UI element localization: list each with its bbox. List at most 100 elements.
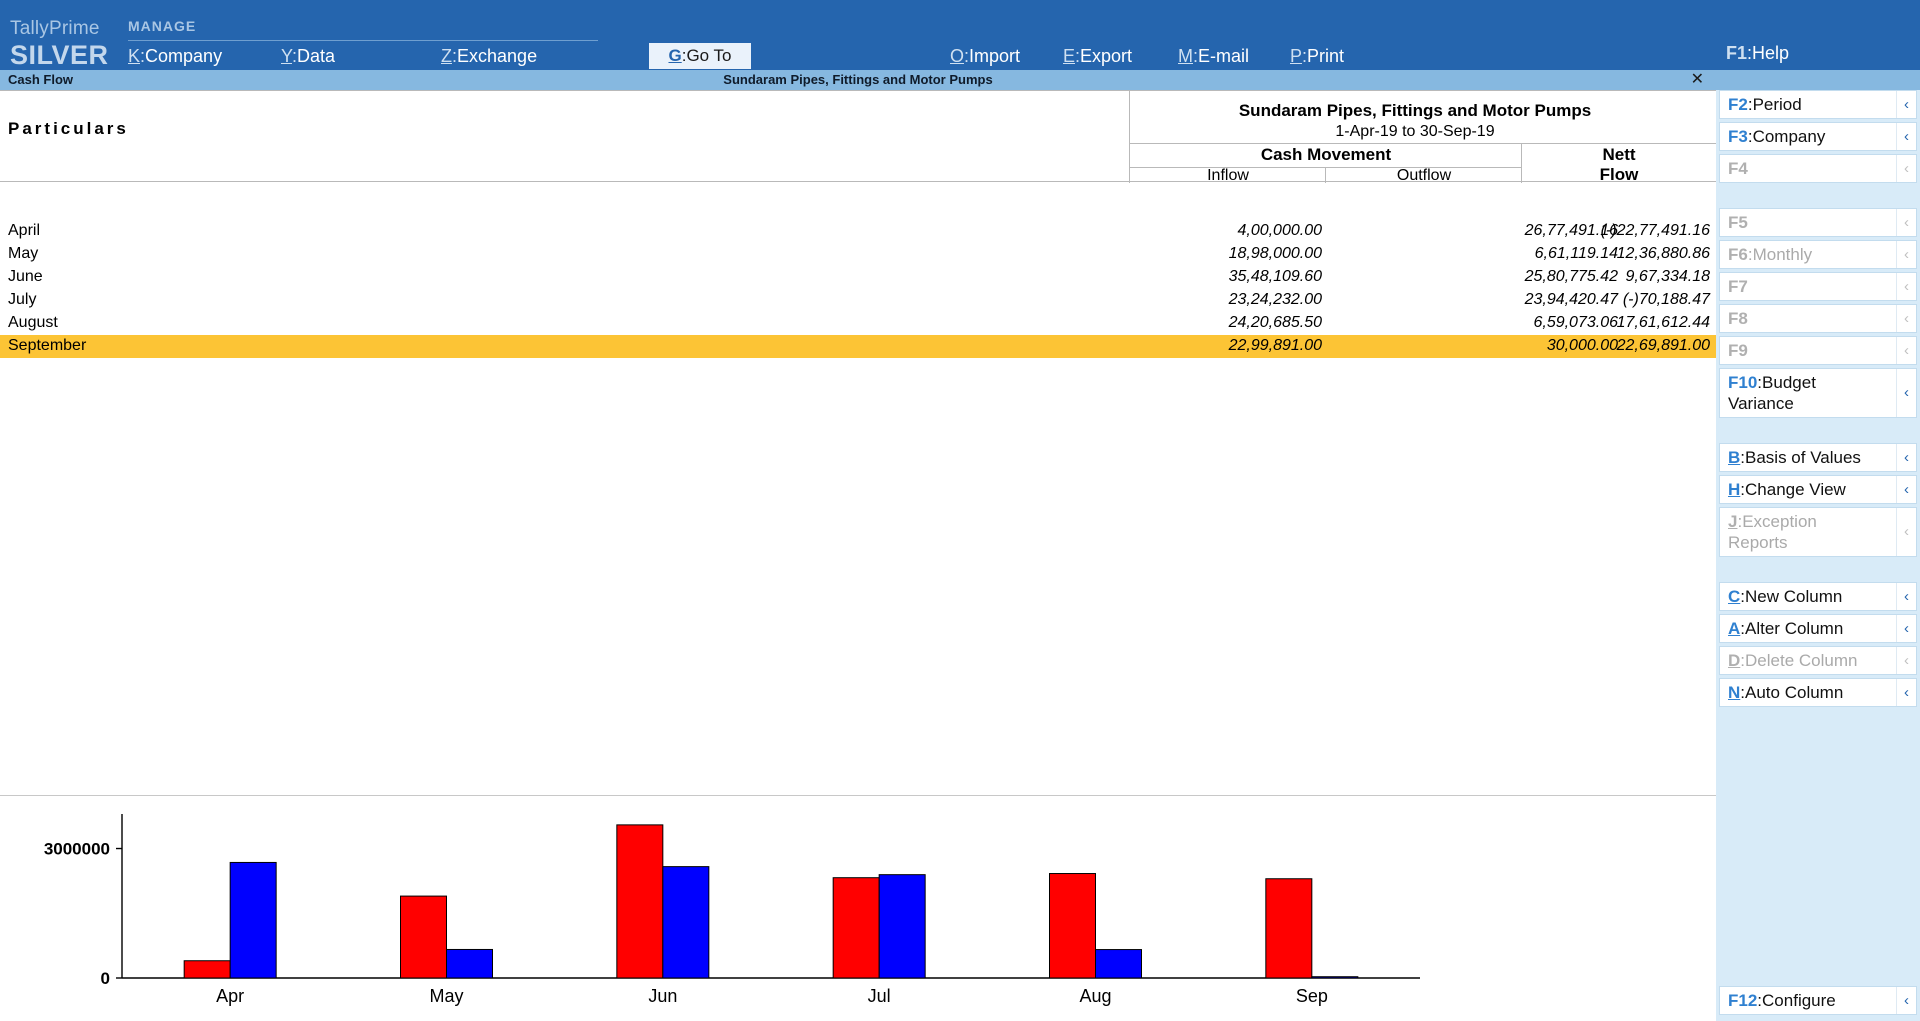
close-report-icon[interactable]: ✕ [1691,70,1704,90]
sidebar-item-label: Company [1753,127,1826,146]
menu-hotkey-exchange: Z [441,46,452,66]
row-inflow: 22,99,891.00 [1034,337,1322,355]
sidebar-item-f8: F8 ‹ [1719,304,1917,333]
report-period: 1-Apr-19 to 30-Sep-19 [1130,123,1700,141]
sidebar-item-label: Exception Reports [1728,512,1817,552]
sidebar-item-f4: F4 ‹ [1719,154,1917,183]
bar-apr-inflow [184,961,230,978]
row-nett: (-)70,188.47 [1526,291,1710,309]
configure-hotkey: F12 [1728,991,1757,1010]
menu-item-print[interactable]: P:Print [1290,46,1344,67]
menu-hotkey-email: M [1178,46,1193,66]
sidebar-item-text: F7 [1720,273,1896,300]
table-row[interactable]: May 18,98,000.00 6,61,119.14 12,36,880.8… [0,243,1716,266]
table-row-selected[interactable]: September 22,99,891.00 30,000.00 22,69,8… [0,335,1716,358]
help-hotkey: F1 [1726,43,1747,64]
table-row[interactable]: April 4,00,000.00 26,77,491.16 (-)22,77,… [0,220,1716,243]
particulars-column-header: Particulars [8,119,129,139]
chevron-left-icon: ‹ [1896,241,1916,268]
x-axis-tick-label: May [429,986,463,1006]
configure-label: Configure [1762,991,1836,1010]
menu-item-email[interactable]: M:E-mail [1178,46,1249,67]
chevron-left-icon: ‹ [1896,209,1916,236]
table-body: April 4,00,000.00 26,77,491.16 (-)22,77,… [0,220,1716,358]
right-sidebar: F1:Help F2:Period‹F3:Company‹F4‹F5‹F6:Mo… [1716,0,1920,1021]
row-label: May [8,245,38,263]
table-row[interactable]: July 23,24,232.00 23,94,420.47 (-)70,188… [0,289,1716,312]
menu-hotkey-print: P [1290,46,1302,66]
sidebar-item-hotkey: F6 [1728,245,1748,264]
menu-item-data[interactable]: Y:Data [281,46,335,67]
bar-aug-outflow [1096,950,1142,978]
sidebar-item-new-column[interactable]: C:New Column‹ [1719,582,1917,611]
menu-item-exchange[interactable]: Z:Exchange [441,46,537,67]
bar-jun-inflow [617,825,663,978]
x-axis-tick-label: Aug [1079,986,1111,1006]
sidebar-top-strip [1716,0,1920,37]
sidebar-item-budget-variance[interactable]: F10:Budget Variance‹ [1719,368,1917,418]
chevron-left-icon: ‹ [1896,444,1916,471]
cash-flow-bar-chart: 03000000AprMayJunJulAugSep [0,795,1716,1021]
sidebar-item-label: Basis of Values [1745,448,1861,467]
sidebar-item-label: New Column [1745,587,1842,606]
menu-label-export: Export [1080,46,1132,66]
bar-jul-inflow [833,878,879,978]
row-nett: 22,69,891.00 [1526,337,1710,355]
chevron-left-icon: ‹ [1896,583,1916,610]
sidebar-item-text: N:Auto Column [1720,679,1896,706]
sidebar-help-button[interactable]: F1:Help [1716,37,1920,70]
sidebar-item-period[interactable]: F2:Period‹ [1719,90,1917,119]
configure-text: F12:Configure [1720,987,1896,1014]
sidebar-item-alter-column[interactable]: A:Alter Column‹ [1719,614,1917,643]
chevron-left-icon: ‹ [1896,305,1916,332]
sidebar-item-label: Auto Column [1745,683,1843,702]
sidebar-item-hotkey: C [1728,587,1740,606]
report-company-title: Sundaram Pipes, Fittings and Motor Pumps [1130,101,1700,121]
row-label: July [8,291,36,309]
menu-label-exchange: Exchange [457,46,537,66]
go-to-button[interactable]: G:Go To [649,43,751,69]
goto-label: Go To [686,46,731,66]
sidebar-item-hotkey: H [1728,480,1740,499]
sidebar-item-change-view[interactable]: H:Change View‹ [1719,475,1917,504]
manage-divider [128,40,598,41]
sidebar-item-text: F2:Period [1720,91,1896,118]
brand-edition: SILVER [10,40,109,71]
sidebar-item-text: F3:Company [1720,123,1896,150]
sidebar-group-spacer [1716,560,1920,582]
sidebar-item-hotkey: F10 [1728,373,1757,392]
sidebar-item-hotkey: F2 [1728,95,1748,114]
table-row[interactable]: June 35,48,109.60 25,80,775.42 9,67,334.… [0,266,1716,289]
sidebar-item-hotkey: B [1728,448,1740,467]
row-label: April [8,222,40,240]
sidebar-item-text: F5 [1720,209,1896,236]
sidebar-item-exception-reports: J:Exception Reports‹ [1719,507,1917,557]
menu-item-export[interactable]: E:Export [1063,46,1132,67]
sidebar-item-auto-column[interactable]: N:Auto Column‹ [1719,678,1917,707]
table-header: Particulars Sundaram Pipes, Fittings and… [0,90,1716,182]
menu-label-import: Import [969,46,1020,66]
menu-item-import[interactable]: O:Import [950,46,1020,67]
bar-jun-outflow [663,867,709,978]
sidebar-item-text: F6:Monthly [1720,241,1896,268]
menu-item-company[interactable]: K:Company [128,46,222,67]
sidebar-item-text: B:Basis of Values [1720,444,1896,471]
sidebar-item-hotkey: F4 [1728,159,1748,178]
sidebar-item-hotkey: F8 [1728,309,1748,328]
sidebar-item-company[interactable]: F3:Company‹ [1719,122,1917,151]
bar-aug-inflow [1050,874,1096,978]
sidebar-item-label: Delete Column [1745,651,1857,670]
sidebar-item-monthly: F6:Monthly‹ [1719,240,1917,269]
cash-flow-report: Particulars Sundaram Pipes, Fittings and… [0,90,1716,800]
menu-label-company: Company [145,46,222,66]
sidebar-item-configure[interactable]: F12:Configure ‹ [1719,986,1917,1015]
sidebar-item-hotkey: D [1728,651,1740,670]
sidebar-item-basis-of-values[interactable]: B:Basis of Values‹ [1719,443,1917,472]
x-axis-tick-label: Jul [868,986,891,1006]
bar-sep-outflow [1312,977,1358,978]
table-row[interactable]: August 24,20,685.50 6,59,073.06 17,61,61… [0,312,1716,335]
column-header-outflow: Outflow [1326,167,1522,185]
row-nett: 12,36,880.86 [1526,245,1710,263]
chevron-left-icon: ‹ [1896,155,1916,182]
header-rule-1 [1130,143,1716,144]
